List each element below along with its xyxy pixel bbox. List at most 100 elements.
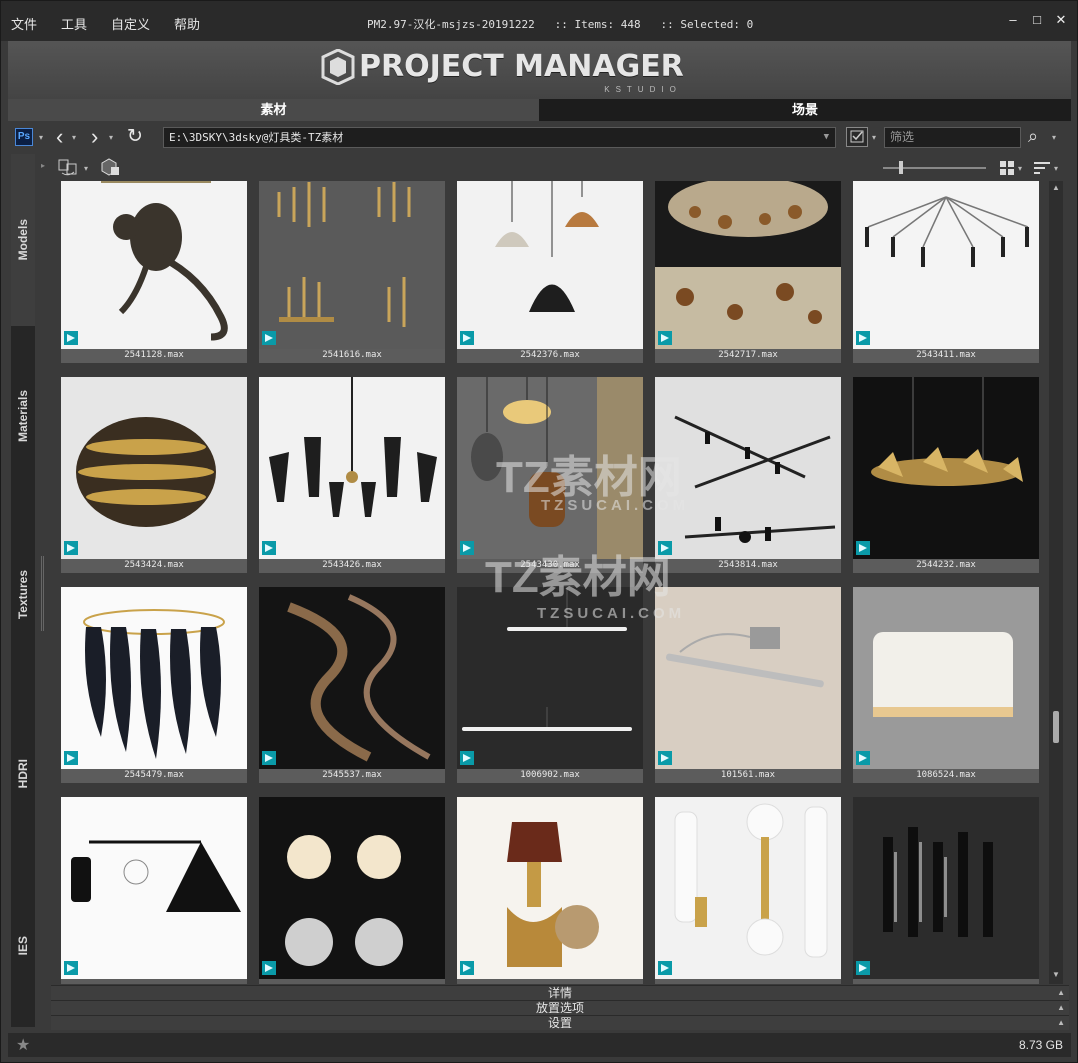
favorite-star-icon[interactable]: ★ xyxy=(16,1035,30,1055)
asset-thumbnail[interactable]: 2543814.max xyxy=(655,377,841,573)
sync-icon[interactable] xyxy=(57,157,81,177)
thumbnail-image xyxy=(61,377,247,559)
asset-thumbnail[interactable]: 2543426.max xyxy=(259,377,445,573)
title-info: PM2.97-汉化-msjzs-20191222 :: Items: 448 :… xyxy=(367,16,753,32)
ps-dropdown-icon[interactable]: ▾ xyxy=(39,133,43,142)
tab-assets[interactable]: 素材 xyxy=(8,99,539,121)
filter-input[interactable]: 筛选 xyxy=(884,127,1021,148)
thumbnail-image xyxy=(655,797,841,979)
asset-thumbnail[interactable]: 101561.max xyxy=(655,587,841,783)
asset-thumbnail[interactable]: 2545479.max xyxy=(61,587,247,783)
max-file-icon xyxy=(856,961,870,975)
thumbnail-image xyxy=(457,587,643,769)
thumbnail-image xyxy=(61,797,247,979)
sidebar-item-ies[interactable]: IES xyxy=(11,864,35,1027)
thumbnail-graphic xyxy=(853,797,1039,979)
sidebar-item-models[interactable]: Models xyxy=(11,154,35,326)
asset-thumbnail[interactable]: 2543411.max xyxy=(853,181,1039,363)
asset-filename xyxy=(853,978,1039,984)
expand-icon[interactable]: ▲ xyxy=(1057,1016,1065,1030)
expand-icon[interactable]: ▲ xyxy=(1057,1001,1065,1015)
logo-text: PROJECT MANAGER xyxy=(359,49,684,84)
asset-thumbnail[interactable]: 1086524.max xyxy=(853,587,1039,783)
scroll-up-icon[interactable]: ▲ xyxy=(1052,183,1060,192)
thumbnail-graphic xyxy=(853,181,1039,349)
forward-arrow-icon[interactable]: › xyxy=(91,124,98,150)
asset-thumbnail[interactable]: 2541616.max xyxy=(259,181,445,363)
sort-icon[interactable] xyxy=(1033,160,1051,176)
asset-thumbnail[interactable]: 2541128.max xyxy=(61,181,247,363)
asset-thumbnail[interactable] xyxy=(61,797,247,984)
sidebar-label: IES xyxy=(16,935,30,956)
max-file-icon xyxy=(262,751,276,765)
asset-filename: 101561.max xyxy=(720,770,776,780)
max-file-icon xyxy=(658,751,672,765)
back-dropdown-icon[interactable]: ▾ xyxy=(72,133,76,142)
panel-label: 详情 xyxy=(547,986,572,1000)
asset-thumbnail[interactable] xyxy=(457,797,643,984)
filter-toggle-icon[interactable] xyxy=(846,127,868,147)
window-controls: – □ ✕ xyxy=(1007,12,1067,28)
sort-dropdown-icon[interactable]: ▾ xyxy=(1054,164,1058,173)
menu-help[interactable]: 帮助 xyxy=(174,14,200,33)
slider-handle[interactable] xyxy=(899,161,903,174)
thumbnail-image xyxy=(457,797,643,979)
thumbnail-image xyxy=(61,181,247,349)
asset-thumbnail[interactable]: 2543430.max xyxy=(457,377,643,573)
panel-settings[interactable]: 设置 ▲ xyxy=(51,1015,1069,1030)
asset-thumbnail[interactable]: 2545537.max xyxy=(259,587,445,783)
grid-scrollbar[interactable]: ▲ ▼ xyxy=(1049,181,1063,984)
max-file-icon xyxy=(856,541,870,555)
asset-thumbnail[interactable] xyxy=(259,797,445,984)
max-file-icon xyxy=(460,751,474,765)
scroll-thumb[interactable] xyxy=(1053,711,1059,743)
sync-dropdown-icon[interactable]: ▾ xyxy=(84,164,88,173)
asset-thumbnail[interactable] xyxy=(655,797,841,984)
maximize-button[interactable]: □ xyxy=(1031,12,1043,28)
asset-thumbnail[interactable]: 2542376.max xyxy=(457,181,643,363)
view-dropdown-icon[interactable]: ▾ xyxy=(1018,164,1022,173)
thumbnail-graphic xyxy=(457,181,643,349)
collapse-arrow-icon[interactable]: ▸ xyxy=(41,161,45,170)
asset-thumbnail[interactable]: 2542717.max xyxy=(655,181,841,363)
sidebar-item-hdri[interactable]: HDRI xyxy=(11,684,35,864)
thumbnail-graphic xyxy=(457,797,643,979)
expand-icon[interactable]: ▲ xyxy=(1057,986,1065,1000)
path-dropdown-icon[interactable]: ▼ xyxy=(824,128,829,147)
asset-filename: 1086524.max xyxy=(916,770,976,780)
back-arrow-icon[interactable]: ‹ xyxy=(56,124,63,150)
asset-filename: 2542717.max xyxy=(718,350,778,360)
path-input[interactable]: E:\3DSKY\3dsky@灯具类-TZ素材 ▼ xyxy=(163,127,836,148)
panel-details[interactable]: 详情 ▲ xyxy=(51,985,1069,1000)
asset-thumbnail[interactable]: 1006902.max xyxy=(457,587,643,783)
menu-customize[interactable]: 自定义 xyxy=(111,14,150,33)
forward-dropdown-icon[interactable]: ▾ xyxy=(109,133,113,142)
logo-banner: PROJECT MANAGER KSTUDIO xyxy=(8,41,1071,99)
refresh-icon[interactable]: ↻ xyxy=(127,125,143,148)
asset-thumbnail[interactable]: 2544232.max xyxy=(853,377,1039,573)
sidebar-resize-handle[interactable] xyxy=(41,556,44,631)
photoshop-icon[interactable]: Ps xyxy=(15,128,33,146)
grid-view-icon[interactable] xyxy=(999,160,1015,176)
thumbnail-graphic xyxy=(655,181,841,349)
menu-tools[interactable]: 工具 xyxy=(61,14,87,33)
filter-dropdown-icon[interactable]: ▾ xyxy=(872,133,876,142)
sidebar-label: Models xyxy=(16,219,30,261)
asset-thumbnail[interactable] xyxy=(853,797,1039,984)
max-file-icon xyxy=(658,331,672,345)
minimize-button[interactable]: – xyxy=(1007,12,1019,28)
menu-file[interactable]: 文件 xyxy=(11,14,37,33)
panel-placement-options[interactable]: 放置选项 ▲ xyxy=(51,1000,1069,1015)
search-dropdown-icon[interactable]: ▾ xyxy=(1052,133,1056,142)
cube-icon[interactable] xyxy=(99,157,121,177)
thumbnail-image xyxy=(457,181,643,349)
search-icon[interactable]: ⌕ xyxy=(1028,126,1038,147)
sidebar-item-textures[interactable]: Textures xyxy=(11,506,35,684)
sidebar-item-materials[interactable]: Materials xyxy=(11,326,35,506)
thumbnail-image xyxy=(655,377,841,559)
max-file-icon xyxy=(262,331,276,345)
scroll-down-icon[interactable]: ▼ xyxy=(1052,970,1060,979)
tab-scenes[interactable]: 场景 xyxy=(539,99,1071,121)
asset-thumbnail[interactable]: 2543424.max xyxy=(61,377,247,573)
close-button[interactable]: ✕ xyxy=(1055,12,1067,28)
